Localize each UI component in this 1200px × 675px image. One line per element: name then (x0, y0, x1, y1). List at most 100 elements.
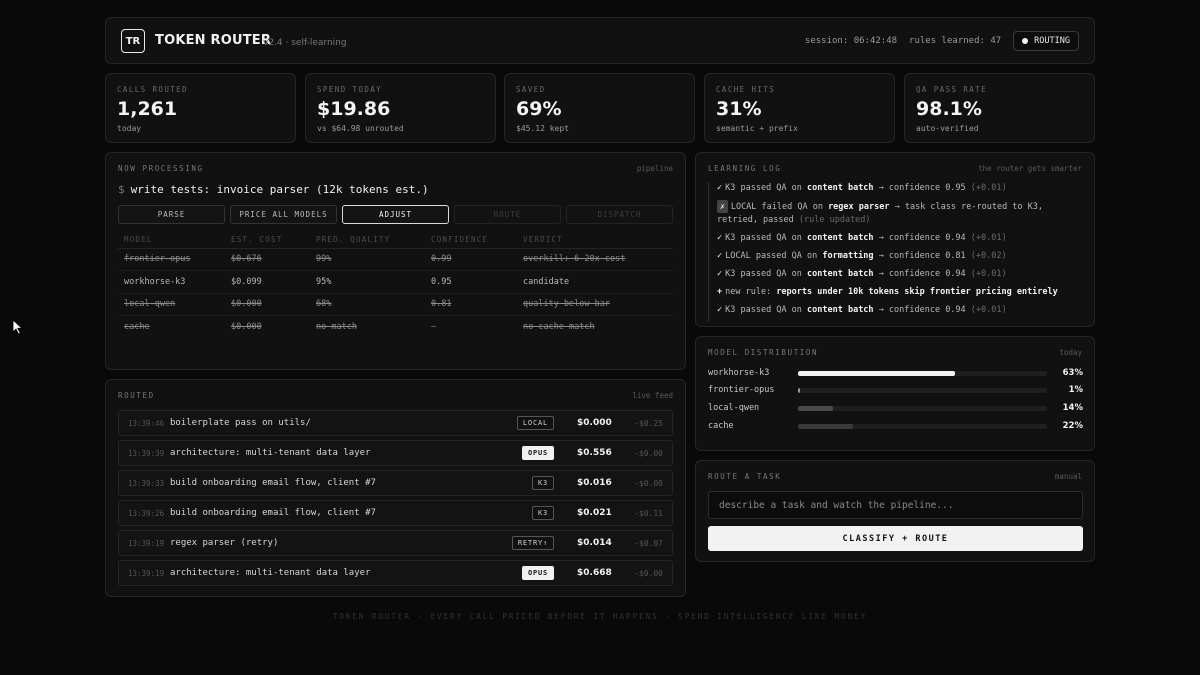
table-cell: $0.000 (225, 293, 310, 316)
stat-sub: auto-verified (916, 124, 979, 133)
check-icon: ✓ (717, 305, 723, 315)
routed-cost: $0.556 (577, 448, 612, 458)
app-header: TR TOKEN ROUTER v2.4 · self-learning ses… (105, 17, 1095, 64)
routed-time: 13:39:26 (128, 509, 165, 518)
distribution-percent: 1% (1068, 385, 1083, 395)
prompt-symbol: $ (118, 183, 125, 196)
distribution-row: frontier-opus 1% (708, 385, 1083, 397)
log-delta: (+0.02) (970, 251, 1007, 261)
log-delta: (+0.01) (970, 233, 1007, 243)
routed-row[interactable]: 13:39:46 boilerplate pass on utils/ LOCA… (118, 410, 673, 436)
distribution-percent: 22% (1062, 421, 1083, 431)
log-text: → confidence 0.81 (873, 251, 971, 261)
log-task: content batch (807, 305, 874, 315)
stat-sub: vs $64.98 unrouted (317, 124, 404, 133)
stat-qa-pass-rate: QA PASS RATE 98.1% auto-verified (904, 73, 1095, 143)
status-dot-icon (1022, 38, 1029, 44)
section-tag: the router gets smarter (978, 164, 1082, 173)
routed-row[interactable]: 13:39:19 regex parser (retry) RETRY↑ $0.… (118, 530, 673, 556)
rules-learned-count: rules learned: 47 (909, 36, 1002, 46)
step-adjust[interactable]: ADJUST (342, 205, 449, 224)
stat-calls-routed: CALLS ROUTED 1,261 today (105, 73, 296, 143)
table-cell: — (431, 322, 437, 332)
table-cell: local-qwen (118, 293, 225, 316)
model-badge: K3 (531, 506, 554, 520)
routed-cost: $0.014 (577, 538, 612, 548)
routing-label: ROUTING (1034, 36, 1070, 46)
stat-label: SPEND TODAY (317, 85, 383, 94)
table-row: workhorse-k3 $0.099 95% 0.95 candidate (118, 270, 673, 294)
learning-log-panel: LEARNING LOG the router gets smarter ✓ K3… (695, 152, 1095, 327)
model-name: workhorse-k3 (708, 368, 770, 378)
routed-saved: -$0.00 (634, 449, 663, 458)
section-tag: live feed (632, 391, 673, 400)
step-route[interactable]: ROUTE (454, 205, 561, 224)
command-text: write tests: invoice parser (12k tokens … (130, 183, 429, 196)
stat-saved: SAVED 69% $45.12 kept (504, 73, 695, 143)
column-header: VERDICT (517, 231, 673, 249)
stat-label: CALLS ROUTED (117, 85, 188, 94)
log-text: → confidence 0.94 (873, 269, 971, 279)
table-cell: 68% (310, 293, 425, 316)
log-task: regex parser (828, 202, 890, 212)
routed-row[interactable]: 13:39:26 build onboarding email flow, cl… (118, 500, 673, 526)
log-task: reports under 10k tokens skip frontier p… (776, 287, 1058, 297)
table-cell: no match (316, 322, 357, 332)
stat-value: 98.1% (916, 98, 982, 120)
now-processing-panel: NOW PROCESSING pipeline $ write tests: in… (105, 152, 686, 370)
distribution-bar (798, 424, 853, 429)
log-text: → confidence 0.94 (873, 233, 971, 243)
log-delta: (+0.01) (970, 183, 1007, 193)
distribution-bar-track (798, 371, 1047, 376)
table-cell: 95% (310, 270, 425, 294)
log-delta: (+0.01) (970, 269, 1007, 279)
table-cell: no cache match (523, 322, 595, 332)
routing-toggle-button[interactable]: ROUTING (1013, 31, 1079, 51)
plus-icon: + (717, 287, 723, 297)
check-icon: ✓ (717, 251, 723, 261)
section-tag: today (1059, 348, 1082, 357)
routed-cost: $0.016 (577, 478, 612, 488)
model-name: cache (708, 421, 734, 431)
step-price-all-models[interactable]: PRICE ALL MODELS (230, 205, 337, 224)
route-task-panel: ROUTE A TASK manual CLASSIFY + ROUTE (695, 460, 1095, 562)
task-description-input[interactable] (708, 491, 1083, 519)
model-pricing-table: MODEL EST. COST PRED. QUALITY CONFIDENCE… (118, 231, 673, 338)
log-entry: ✓ LOCAL passed QA on formatting → confide… (717, 250, 1086, 263)
log-text: new rule: (725, 287, 777, 297)
routed-row[interactable]: 13:39:19 architecture: multi-tenant data… (118, 560, 673, 586)
distribution-bar (798, 388, 801, 393)
table-cell: candidate (517, 270, 673, 294)
routed-row[interactable]: 13:39:39 architecture: multi-tenant data… (118, 440, 673, 466)
stat-value: 31% (716, 98, 762, 120)
stat-label: QA PASS RATE (916, 85, 987, 94)
routed-row[interactable]: 13:39:33 build onboarding email flow, cl… (118, 470, 673, 496)
classify-route-button[interactable]: CLASSIFY + ROUTE (708, 526, 1083, 551)
model-name: frontier-opus (708, 385, 775, 395)
log-text: K3 passed QA on (725, 233, 808, 243)
stat-label: SAVED (516, 85, 546, 94)
log-text: → confidence 0.94 (873, 305, 971, 315)
log-entry: ✗ LOCAL failed QA on regex parser → task … (717, 200, 1086, 227)
distribution-row: cache 22% (708, 421, 1083, 433)
stat-sub: $45.12 kept (516, 124, 569, 133)
table-row: cache $0.000 no match — no cache match (118, 316, 673, 339)
routed-saved: -$0.07 (634, 539, 663, 548)
table-cell: $0.099 (225, 270, 310, 294)
distribution-bar (798, 371, 955, 376)
log-task: formatting (822, 251, 874, 261)
stat-label: CACHE HITS (716, 85, 776, 94)
routed-time: 13:39:39 (128, 449, 165, 458)
routed-cost: $0.000 (577, 418, 612, 428)
section-tag: manual (1054, 472, 1082, 481)
distribution-bar-track (798, 424, 1047, 429)
step-parse[interactable]: PARSE (118, 205, 225, 224)
routed-feed-panel: ROUTED live feed 13:39:46 boilerplate pa… (105, 379, 686, 597)
log-text: → confidence 0.95 (873, 183, 971, 193)
model-name: local-qwen (708, 403, 760, 413)
routed-cost: $0.668 (577, 568, 612, 578)
table-cell: cache (124, 322, 150, 332)
step-dispatch[interactable]: DISPATCH (566, 205, 673, 224)
log-text: K3 passed QA on (725, 183, 808, 193)
column-header: MODEL (118, 231, 225, 249)
